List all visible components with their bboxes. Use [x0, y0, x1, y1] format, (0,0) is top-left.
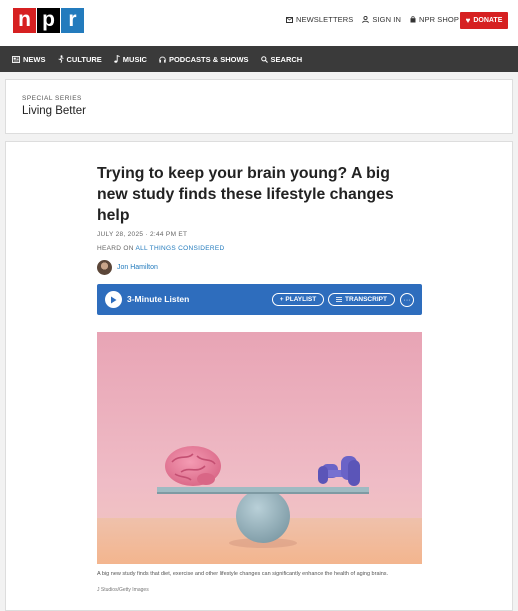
npr-logo[interactable]: n p r	[13, 8, 84, 33]
donate-button[interactable]: ♥ DONATE	[460, 12, 508, 29]
newspaper-icon	[12, 55, 20, 63]
playlist-button[interactable]: + PLAYLIST	[272, 293, 324, 306]
image-caption: A big new study finds that diet, exercis…	[97, 571, 389, 577]
author-link[interactable]: Jon Hamilton	[117, 264, 158, 271]
transcript-button[interactable]: TRANSCRIPT	[328, 293, 395, 306]
series-kicker: SPECIAL SERIES	[22, 95, 82, 102]
article-card: Trying to keep your brain young? A big n…	[5, 141, 513, 611]
nav-culture-label: CULTURE	[66, 54, 102, 64]
audio-player: 3-Minute Listen + PLAYLIST TRANSCRIPT ··…	[97, 284, 422, 315]
sign-in-label: SIGN IN	[372, 15, 401, 24]
nav-item-search[interactable]: SEARCH	[260, 54, 303, 64]
nav-podcasts-label: PODCASTS & SHOWS	[168, 54, 249, 64]
heart-icon: ♥	[465, 16, 471, 25]
top-header: n p r NEWSLETTERS SIGN IN NPR SHOP ♥ DON…	[0, 0, 518, 46]
transcript-label: TRANSCRIPT	[345, 296, 387, 303]
heard-on: HEARD ON ALL THINGS CONSIDERED	[97, 245, 224, 252]
play-button[interactable]	[105, 291, 122, 308]
article-image	[97, 332, 422, 564]
nav-item-culture[interactable]: CULTURE	[57, 54, 102, 64]
nav-music-label: MUSIC	[122, 54, 147, 64]
newsletters-label: NEWSLETTERS	[296, 15, 354, 24]
article-date: JULY 28, 2025 · 2:44 PM ET	[97, 231, 188, 238]
show-link[interactable]: ALL THINGS CONSIDERED	[135, 245, 224, 252]
nav-news-label: NEWS	[23, 54, 46, 64]
header-links: NEWSLETTERS SIGN IN NPR SHOP	[286, 15, 468, 24]
logo-letter-r: r	[61, 8, 84, 33]
heard-on-prefix: HEARD ON	[97, 245, 136, 252]
newsletters-link[interactable]: NEWSLETTERS	[286, 15, 353, 24]
search-icon	[260, 55, 268, 63]
main-nav: NEWS CULTURE MUSIC PODCASTS & SHOWS SEAR…	[0, 46, 518, 72]
mail-icon	[286, 16, 293, 23]
sign-in-link[interactable]: SIGN IN	[362, 15, 401, 24]
play-icon	[111, 296, 117, 303]
culture-icon	[57, 55, 64, 63]
image-credit: J Studios/Getty Images	[97, 587, 149, 593]
nav-item-podcasts[interactable]: PODCASTS & SHOWS	[159, 55, 249, 64]
brain-balance-illustration	[97, 332, 422, 564]
npr-shop-label: NPR SHOP	[418, 15, 459, 24]
nav-item-music[interactable]: MUSIC	[114, 55, 147, 64]
author-avatar[interactable]	[97, 260, 112, 275]
logo-letter-n: n	[13, 8, 36, 33]
byline: Jon Hamilton	[97, 260, 158, 275]
article-headline: Trying to keep your brain young? A big n…	[97, 165, 394, 224]
listen-duration: 3-Minute Listen	[127, 294, 190, 304]
brain-icon	[165, 446, 221, 486]
nav-item-news[interactable]: NEWS	[12, 55, 46, 64]
transcript-icon	[336, 297, 343, 302]
bag-icon	[410, 16, 416, 23]
more-options-button[interactable]: ···	[400, 293, 414, 307]
logo-letter-p: p	[37, 8, 60, 33]
special-series-banner[interactable]: SPECIAL SERIES Living Better	[5, 79, 513, 134]
donate-label: DONATE	[473, 17, 503, 24]
user-icon	[362, 16, 370, 23]
nav-search-label: SEARCH	[270, 54, 303, 64]
music-note-icon	[114, 55, 120, 63]
npr-shop-link[interactable]: NPR SHOP	[410, 15, 459, 24]
headphones-icon	[159, 56, 166, 63]
series-title[interactable]: Living Better	[22, 105, 86, 117]
